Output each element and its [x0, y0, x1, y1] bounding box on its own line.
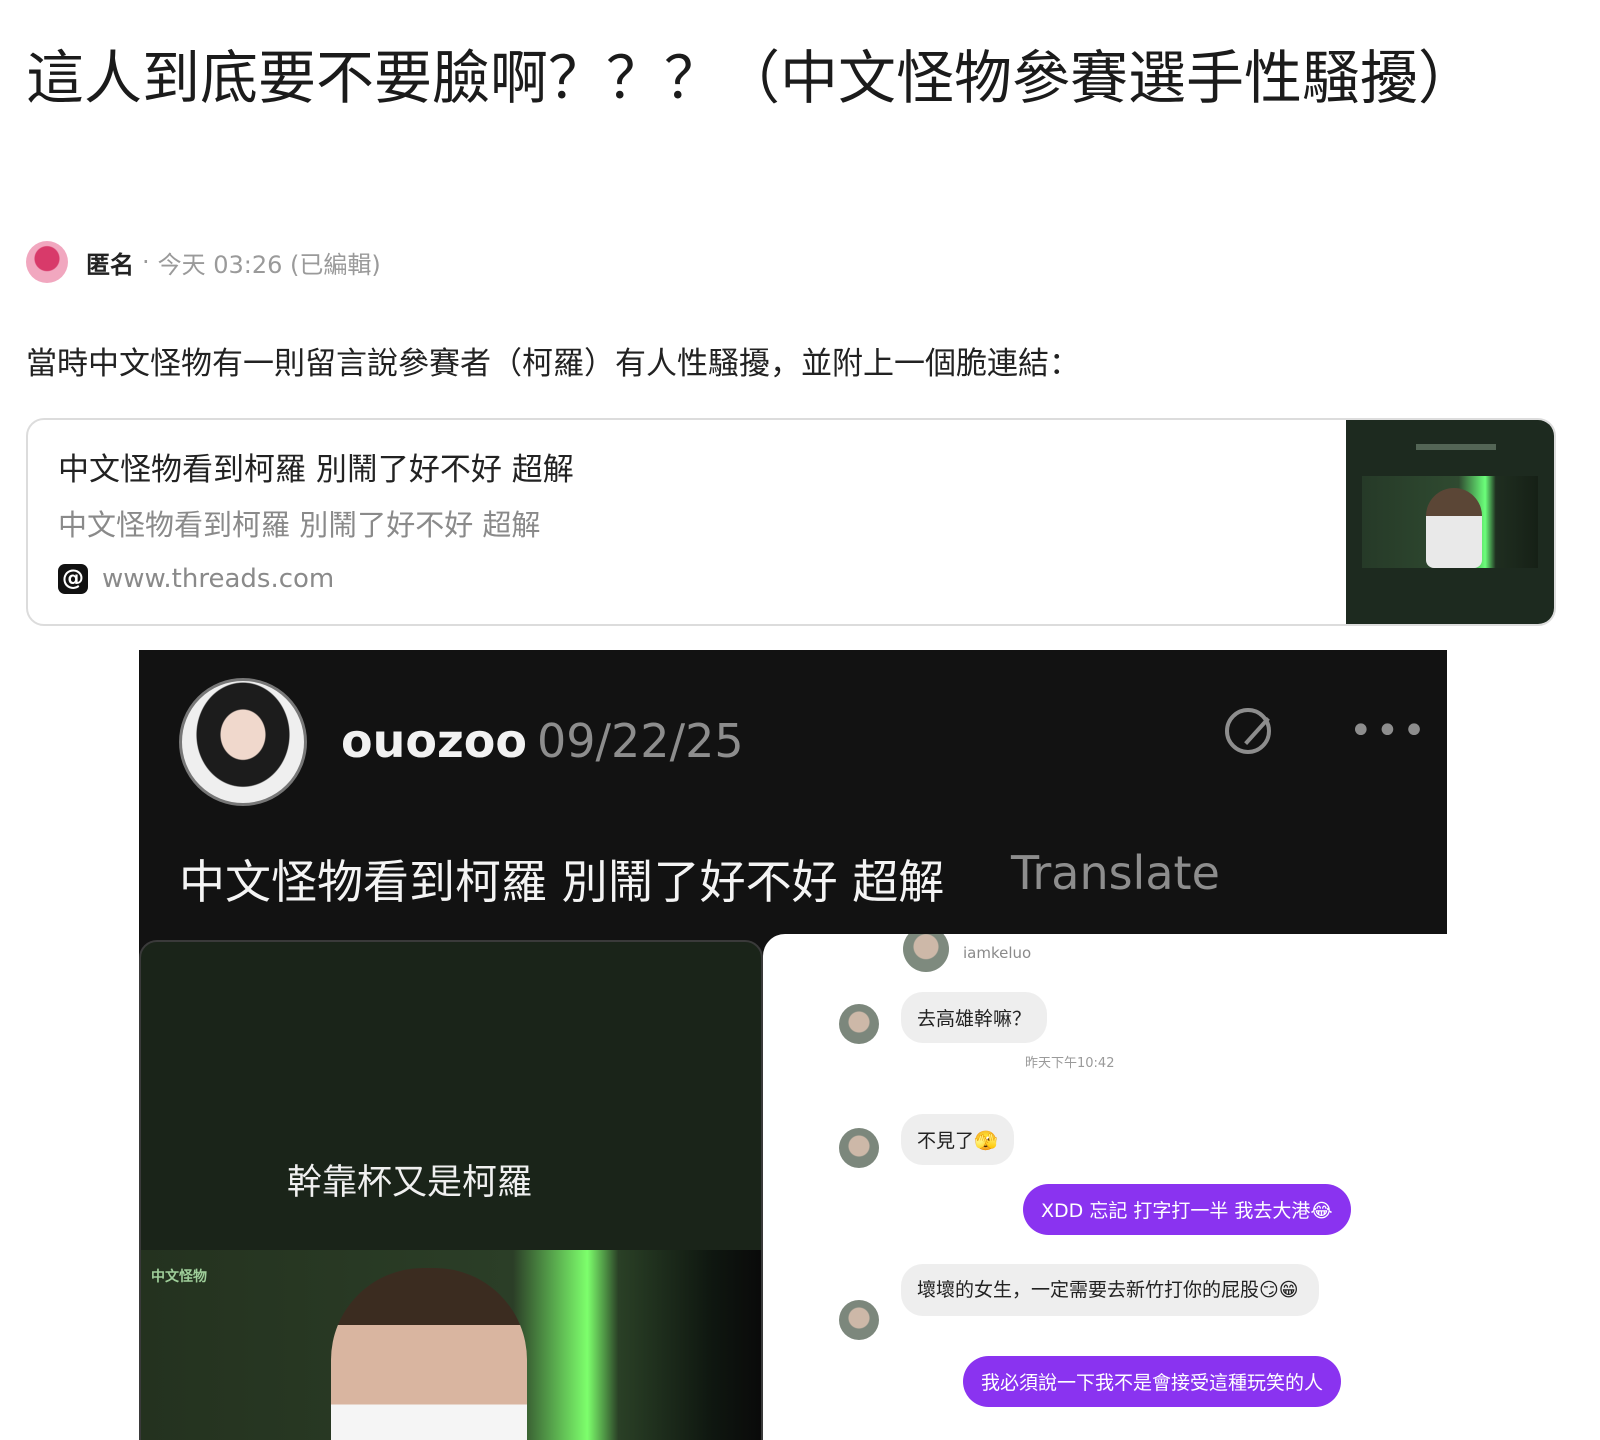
- username: ouozoo: [341, 714, 527, 768]
- link-title[interactable]: 中文怪物看到柯羅 別鬧了好不好 超解: [58, 444, 574, 489]
- chat-avatar: [839, 1004, 879, 1044]
- post-time: 今天 03:26 (已編輯): [157, 250, 381, 279]
- chat-message-in: 不見了🫣: [901, 1114, 1014, 1165]
- threads-icon: @: [58, 564, 88, 594]
- chat-handle: iamkeluo: [963, 944, 1032, 962]
- embedded-screenshot: ouozoo 09/22/25 ••• 中文怪物看到柯羅 別鬧了好不好 超解 T…: [139, 650, 1447, 1440]
- avatar[interactable]: [26, 241, 68, 283]
- chat-panel: iamkeluo 去高雄幹嘛？ 昨天下午10:42 不見了🫣 XDD 忘記 打字…: [763, 934, 1447, 1440]
- link-thumbnail[interactable]: [1346, 420, 1554, 624]
- post-title: 這人到底要不要臉啊？？？（中文怪物參賽選手性騷擾）: [26, 44, 1477, 112]
- video-panel: 幹靠杯又是柯羅 中文怪物: [139, 940, 763, 1440]
- post-body: 當時中文怪物有一則留言說參賽者（柯羅）有人性騷擾，並附上一個脆連結：: [26, 346, 1080, 382]
- link-preview-card[interactable]: 中文怪物看到柯羅 別鬧了好不好 超解 中文怪物看到柯羅 別鬧了好不好 超解 @ …: [26, 418, 1556, 626]
- post-date: 09/22/25: [537, 714, 744, 768]
- author-name[interactable]: 匿名: [86, 245, 134, 280]
- video-frame: [141, 1250, 761, 1440]
- edit-icon: [1225, 708, 1271, 754]
- profile-avatar: [179, 678, 307, 806]
- video-person-image: [331, 1268, 527, 1440]
- link-url: www.threads.com: [102, 564, 335, 594]
- more-icon: •••: [1349, 708, 1429, 754]
- chat-message-in: 壞壞的女生，一定需要去新竹打你的屁股😏😁: [901, 1264, 1319, 1316]
- video-caption: 幹靠杯又是柯羅: [287, 1163, 533, 1203]
- chat-message-in: 去高雄幹嘛？: [901, 992, 1048, 1043]
- chat-timestamp: 昨天下午10:42: [1025, 1056, 1115, 1071]
- link-site: @ www.threads.com: [58, 564, 334, 594]
- chat-header-avatar: [903, 934, 949, 972]
- thumbnail-frame: [1362, 476, 1538, 568]
- threads-caption: 中文怪物看到柯羅 別鬧了好不好 超解: [179, 855, 945, 909]
- chat-avatar: [839, 1128, 879, 1168]
- author-row: 匿名 · 今天 03:26 (已編輯): [26, 240, 381, 284]
- thumbnail-person-image: [1426, 488, 1482, 568]
- chat-header: iamkeluo: [763, 934, 1447, 978]
- chat-message-out: XDD 忘記 打字打一半 我去大港😂: [1023, 1184, 1351, 1235]
- thumbnail-caption-bar: [1416, 444, 1496, 450]
- meta-separator: ·: [142, 248, 150, 276]
- translate-link: Translate: [1011, 846, 1220, 900]
- link-description: 中文怪物看到柯羅 別鬧了好不好 超解: [58, 508, 541, 542]
- chat-avatar: [839, 1300, 879, 1340]
- chat-message-out: 我必須說一下我不是會接受這種玩笑的人: [963, 1356, 1342, 1407]
- video-logo: 中文怪物: [151, 1269, 207, 1285]
